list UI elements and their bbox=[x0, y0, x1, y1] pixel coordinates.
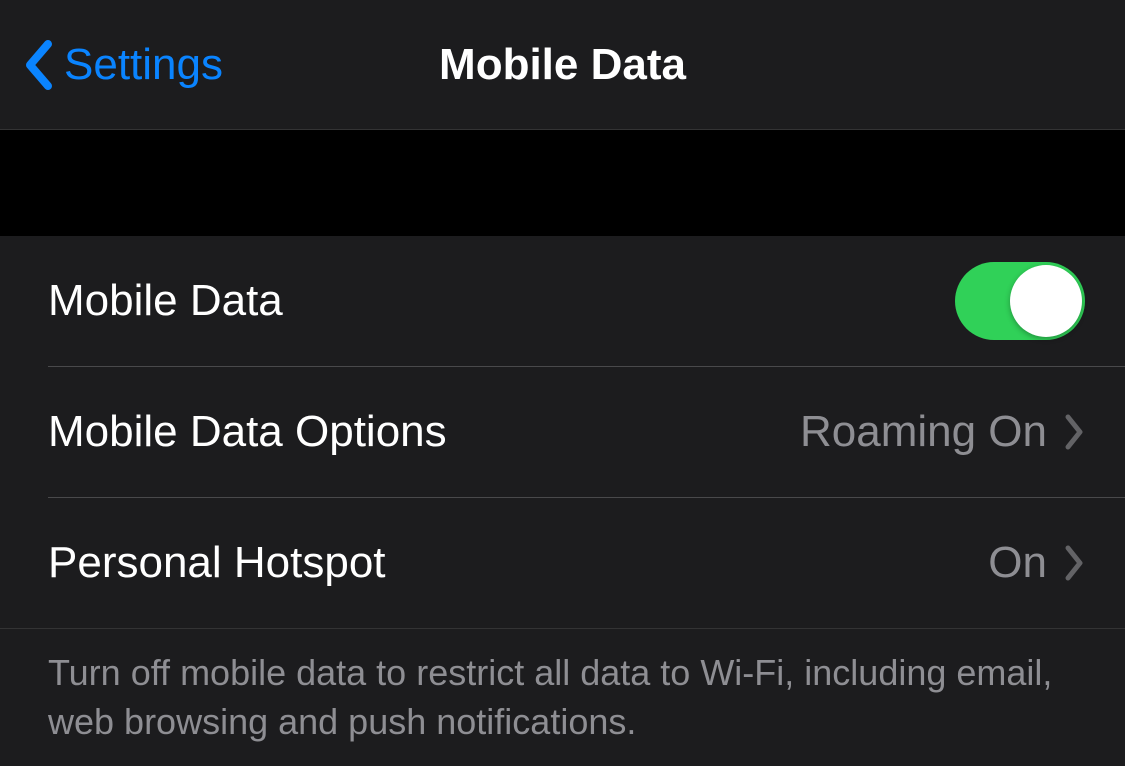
page-title: Mobile Data bbox=[439, 40, 686, 90]
personal-hotspot-value: On bbox=[988, 538, 1047, 588]
mobile-data-toggle[interactable] bbox=[955, 262, 1085, 340]
footer-description: Turn off mobile data to restrict all dat… bbox=[0, 628, 1125, 766]
chevron-right-icon bbox=[1065, 414, 1085, 450]
toggle-knob bbox=[1010, 265, 1082, 337]
mobile-data-options-label: Mobile Data Options bbox=[48, 407, 447, 457]
mobile-data-label: Mobile Data bbox=[48, 276, 283, 326]
row-right: On bbox=[988, 538, 1085, 588]
row-right: Roaming On bbox=[800, 407, 1085, 457]
mobile-data-options-value: Roaming On bbox=[800, 407, 1047, 457]
chevron-right-icon bbox=[1065, 545, 1085, 581]
chevron-left-icon bbox=[22, 40, 54, 90]
back-button[interactable]: Settings bbox=[0, 40, 223, 90]
back-label: Settings bbox=[64, 40, 223, 90]
header-bar: Settings Mobile Data bbox=[0, 0, 1125, 130]
mobile-data-row[interactable]: Mobile Data bbox=[0, 236, 1125, 366]
mobile-data-options-row[interactable]: Mobile Data Options Roaming On bbox=[0, 367, 1125, 497]
settings-group: Mobile Data Mobile Data Options Roaming … bbox=[0, 236, 1125, 628]
personal-hotspot-label: Personal Hotspot bbox=[48, 538, 386, 588]
personal-hotspot-row[interactable]: Personal Hotspot On bbox=[0, 498, 1125, 628]
section-gap bbox=[0, 130, 1125, 236]
